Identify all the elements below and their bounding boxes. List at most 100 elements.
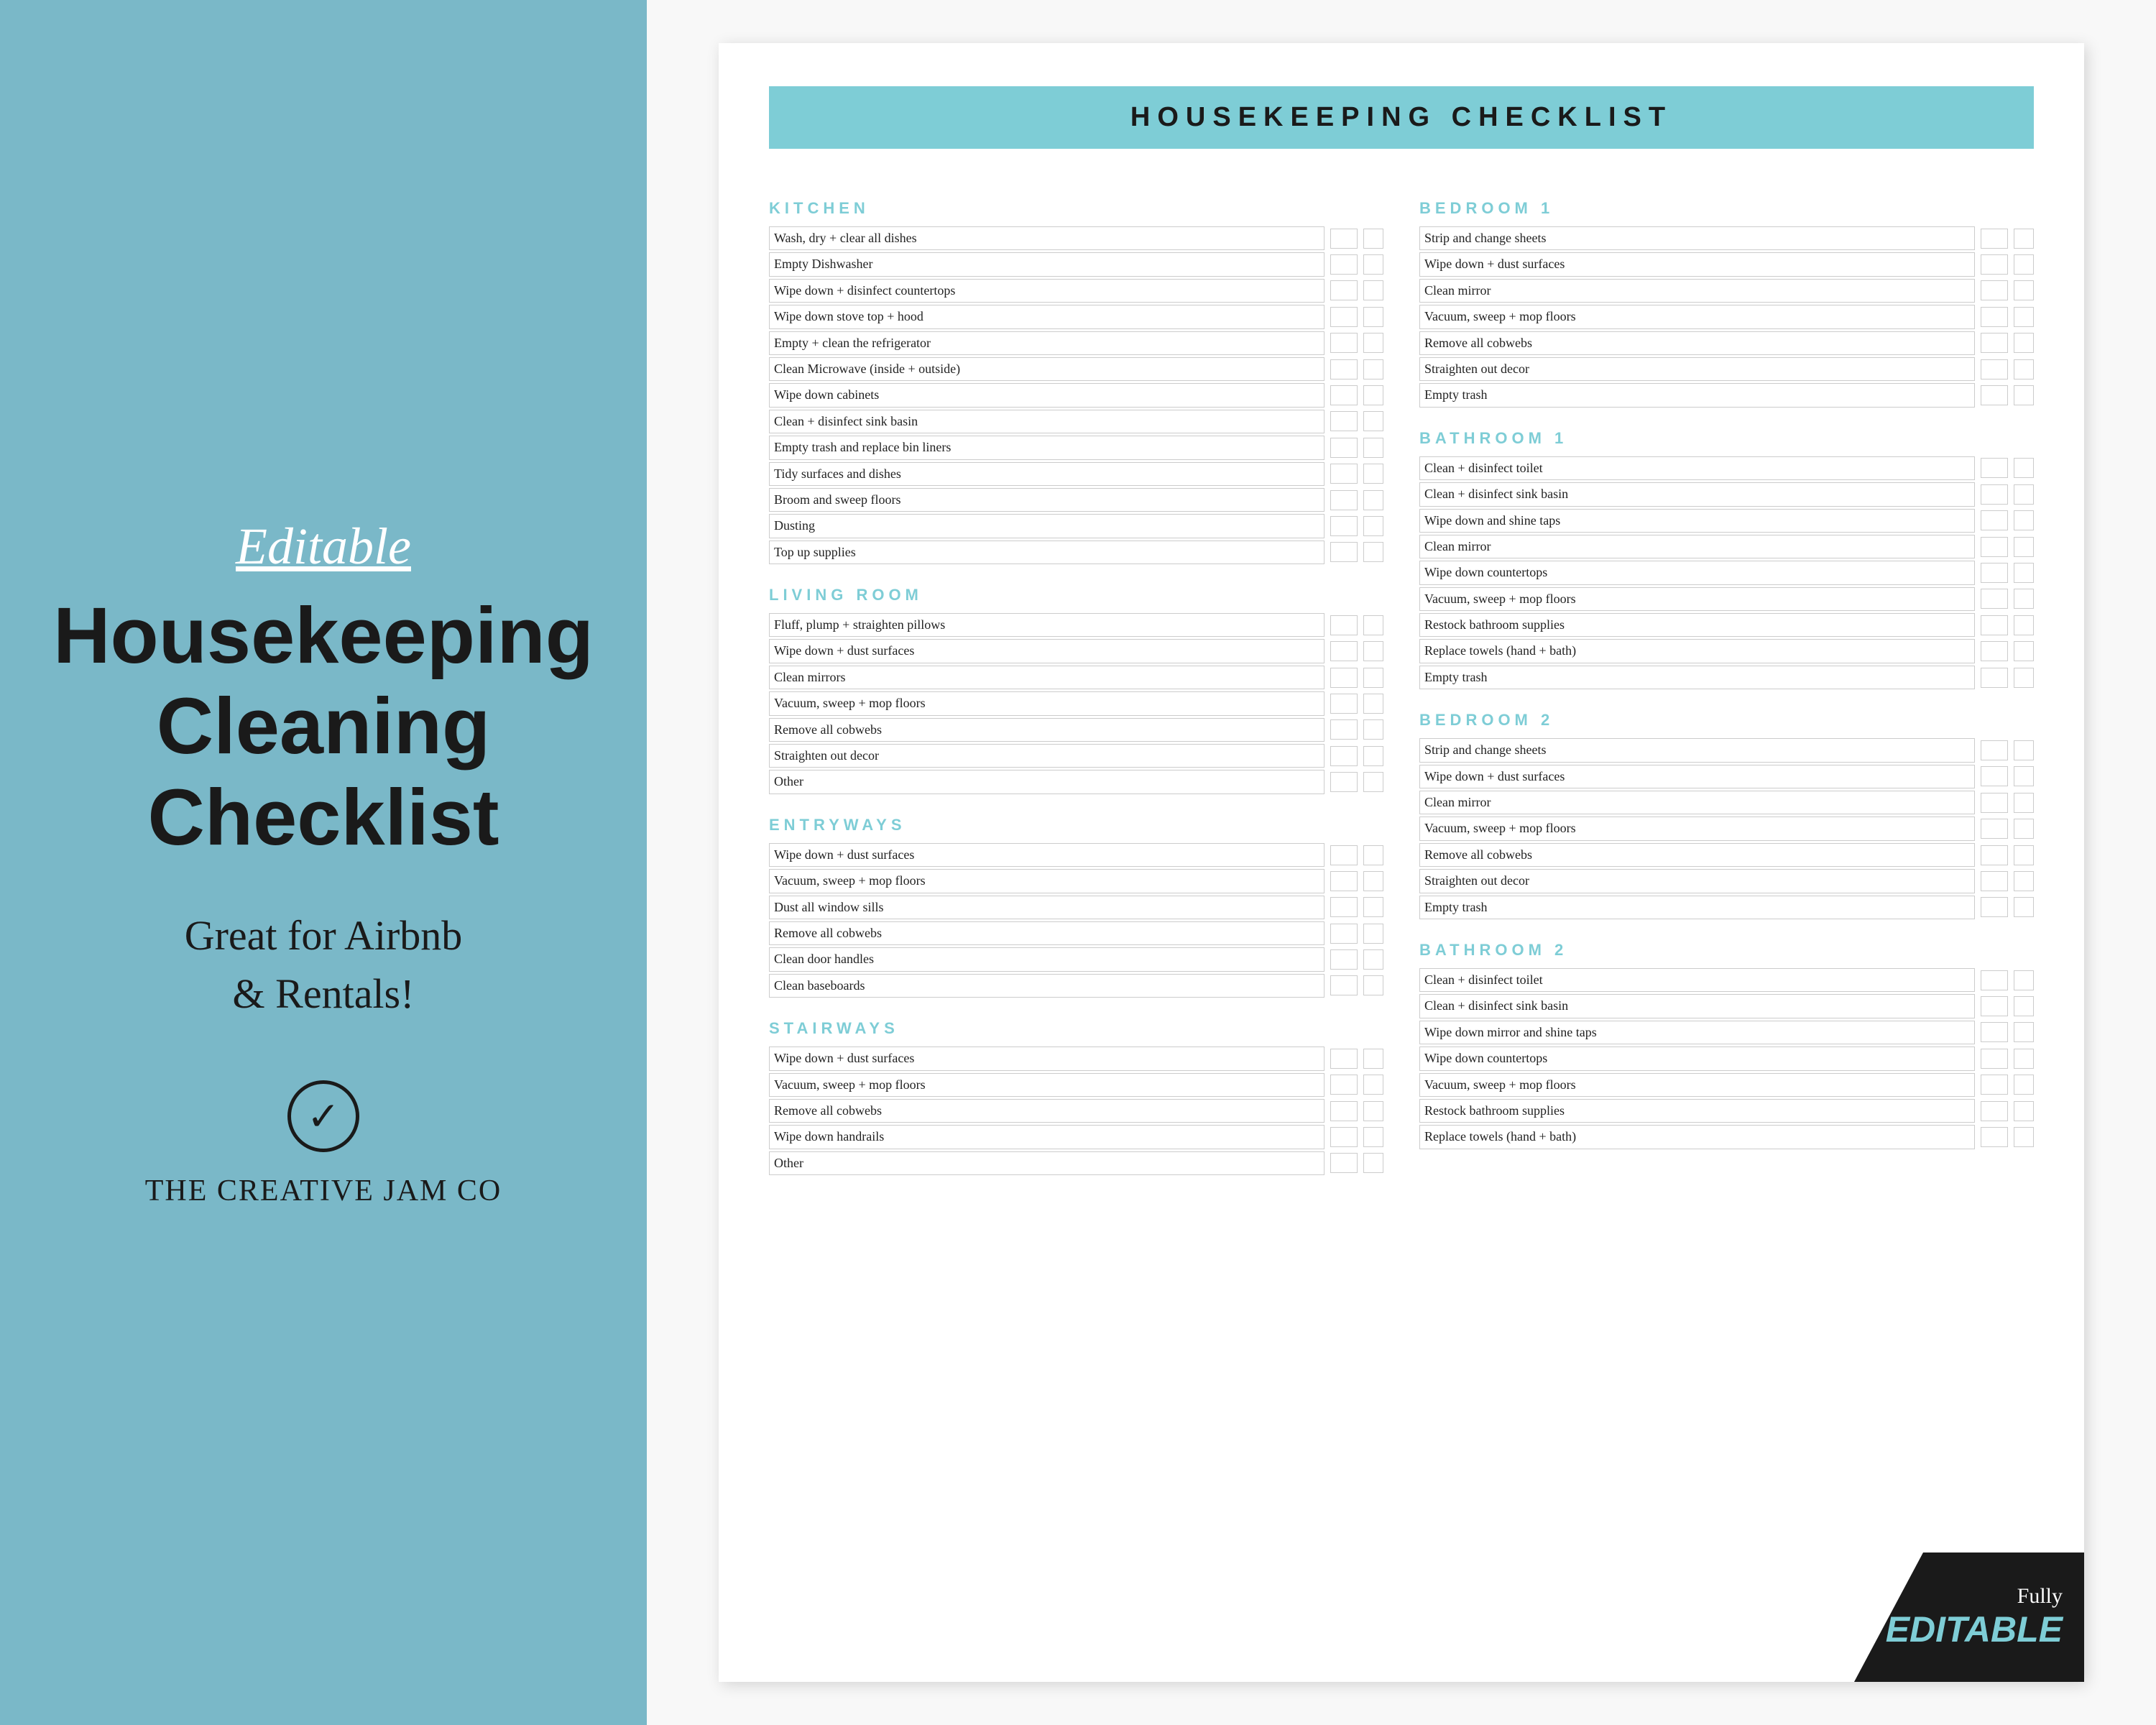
checkbox[interactable]	[1981, 897, 2008, 917]
checkbox[interactable]	[1981, 740, 2008, 760]
checkbox[interactable]	[1330, 668, 1358, 688]
checkbox-small[interactable]	[2014, 385, 2034, 405]
checkbox-small[interactable]	[1363, 897, 1383, 917]
checkbox[interactable]	[1981, 845, 2008, 865]
checkbox-small[interactable]	[2014, 793, 2034, 813]
checkbox[interactable]	[1330, 871, 1358, 891]
checkbox[interactable]	[1330, 746, 1358, 766]
checkbox[interactable]	[1981, 641, 2008, 661]
checkbox[interactable]	[1330, 307, 1358, 327]
checkbox[interactable]	[1981, 793, 2008, 813]
checkbox-small[interactable]	[2014, 766, 2034, 786]
checkbox-small[interactable]	[1363, 1153, 1383, 1173]
checkbox[interactable]	[1981, 1049, 2008, 1069]
checkbox[interactable]	[1981, 996, 2008, 1016]
checkbox-small[interactable]	[2014, 897, 2034, 917]
checkbox-small[interactable]	[2014, 537, 2034, 557]
checkbox-small[interactable]	[2014, 641, 2034, 661]
checkbox[interactable]	[1330, 464, 1358, 484]
checkbox[interactable]	[1330, 333, 1358, 353]
checkbox-small[interactable]	[1363, 542, 1383, 562]
checkbox[interactable]	[1330, 845, 1358, 865]
checkbox[interactable]	[1330, 280, 1358, 300]
checkbox-small[interactable]	[2014, 970, 2034, 990]
checkbox-small[interactable]	[1363, 871, 1383, 891]
checkbox[interactable]	[1981, 333, 2008, 353]
checkbox-small[interactable]	[2014, 359, 2034, 380]
checkbox[interactable]	[1981, 458, 2008, 478]
checkbox-small[interactable]	[1363, 694, 1383, 714]
checkbox[interactable]	[1330, 949, 1358, 970]
checkbox[interactable]	[1981, 385, 2008, 405]
checkbox[interactable]	[1981, 307, 2008, 327]
checkbox[interactable]	[1330, 438, 1358, 458]
checkbox-small[interactable]	[2014, 1075, 2034, 1095]
checkbox-small[interactable]	[1363, 845, 1383, 865]
checkbox[interactable]	[1981, 1127, 2008, 1147]
checkbox-small[interactable]	[2014, 615, 2034, 635]
checkbox-small[interactable]	[1363, 1049, 1383, 1069]
checkbox-small[interactable]	[1363, 359, 1383, 380]
checkbox[interactable]	[1330, 1153, 1358, 1173]
checkbox[interactable]	[1981, 254, 2008, 275]
checkbox-small[interactable]	[2014, 280, 2034, 300]
checkbox-small[interactable]	[1363, 615, 1383, 635]
checkbox-small[interactable]	[2014, 845, 2034, 865]
checkbox[interactable]	[1981, 229, 2008, 249]
checkbox-small[interactable]	[2014, 819, 2034, 839]
checkbox-small[interactable]	[1363, 1101, 1383, 1121]
checkbox-small[interactable]	[1363, 924, 1383, 944]
checkbox-small[interactable]	[2014, 1049, 2034, 1069]
checkbox[interactable]	[1330, 254, 1358, 275]
checkbox[interactable]	[1330, 975, 1358, 995]
checkbox[interactable]	[1330, 411, 1358, 431]
checkbox-small[interactable]	[2014, 740, 2034, 760]
checkbox-small[interactable]	[2014, 1127, 2034, 1147]
checkbox-small[interactable]	[1363, 229, 1383, 249]
checkbox-small[interactable]	[2014, 510, 2034, 530]
checkbox-small[interactable]	[2014, 871, 2034, 891]
checkbox[interactable]	[1330, 229, 1358, 249]
checkbox-small[interactable]	[2014, 563, 2034, 583]
checkbox[interactable]	[1330, 1049, 1358, 1069]
checkbox-small[interactable]	[2014, 254, 2034, 275]
checkbox[interactable]	[1330, 490, 1358, 510]
checkbox-small[interactable]	[2014, 1101, 2034, 1121]
checkbox-small[interactable]	[1363, 385, 1383, 405]
checkbox[interactable]	[1330, 1075, 1358, 1095]
checkbox[interactable]	[1981, 819, 2008, 839]
checkbox-small[interactable]	[2014, 307, 2034, 327]
checkbox-small[interactable]	[1363, 719, 1383, 740]
checkbox[interactable]	[1981, 1022, 2008, 1042]
checkbox-small[interactable]	[2014, 458, 2034, 478]
checkbox[interactable]	[1330, 924, 1358, 944]
checkbox[interactable]	[1981, 615, 2008, 635]
checkbox-small[interactable]	[1363, 307, 1383, 327]
checkbox-small[interactable]	[1363, 1127, 1383, 1147]
checkbox[interactable]	[1981, 280, 2008, 300]
checkbox-small[interactable]	[1363, 746, 1383, 766]
checkbox[interactable]	[1981, 510, 2008, 530]
checkbox[interactable]	[1981, 484, 2008, 505]
checkbox-small[interactable]	[1363, 280, 1383, 300]
checkbox[interactable]	[1330, 359, 1358, 380]
checkbox-small[interactable]	[1363, 411, 1383, 431]
checkbox[interactable]	[1330, 897, 1358, 917]
checkbox-small[interactable]	[2014, 1022, 2034, 1042]
checkbox-small[interactable]	[1363, 668, 1383, 688]
checkbox-small[interactable]	[1363, 772, 1383, 792]
checkbox[interactable]	[1981, 1075, 2008, 1095]
checkbox[interactable]	[1330, 641, 1358, 661]
checkbox-small[interactable]	[1363, 464, 1383, 484]
checkbox-small[interactable]	[1363, 949, 1383, 970]
checkbox[interactable]	[1981, 970, 2008, 990]
checkbox[interactable]	[1330, 1101, 1358, 1121]
checkbox-small[interactable]	[1363, 1075, 1383, 1095]
checkbox-small[interactable]	[1363, 254, 1383, 275]
checkbox[interactable]	[1330, 694, 1358, 714]
checkbox[interactable]	[1330, 542, 1358, 562]
checkbox-small[interactable]	[2014, 333, 2034, 353]
checkbox[interactable]	[1330, 615, 1358, 635]
checkbox[interactable]	[1981, 563, 2008, 583]
checkbox-small[interactable]	[2014, 996, 2034, 1016]
